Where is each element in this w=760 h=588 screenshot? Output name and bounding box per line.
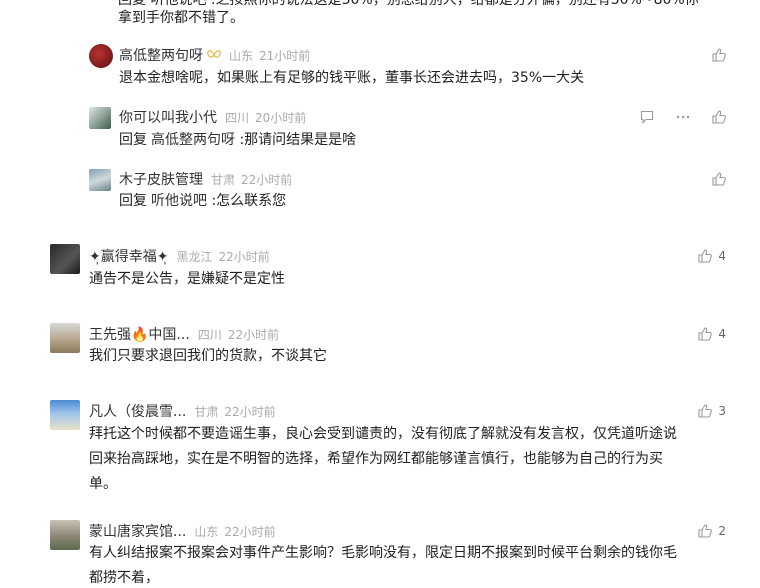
timestamp: 20小时前 — [255, 110, 307, 125]
timestamp: 22小时前 — [224, 404, 276, 419]
like-count: 4 — [718, 249, 726, 263]
more-dots-icon[interactable] — [676, 110, 690, 124]
timestamp: 21小时前 — [259, 48, 311, 63]
region: 甘肃 — [211, 172, 236, 187]
thumb-up-icon[interactable] — [698, 327, 713, 341]
comment-meta: 木子皮肤管理 甘肃 22小时前 — [119, 170, 292, 188]
avatar[interactable] — [89, 169, 111, 191]
avatar[interactable] — [50, 400, 80, 430]
region: 山东 — [229, 48, 254, 63]
comment-meta: 王先强🔥中国... 四川 22小时前 — [89, 325, 279, 343]
comment-meta: ✦̩赢得幸福✦̩ 黑龙江 22小时前 — [89, 247, 270, 265]
username[interactable]: 凡人（俊晨雪... — [89, 401, 186, 421]
comment-meta: 你可以叫我小代 四川 20小时前 — [119, 108, 306, 126]
comment-actions: 4 — [698, 325, 726, 343]
like-count: 4 — [718, 327, 726, 341]
clipped-reply-line-2: 拿到手你都不错了。 — [118, 10, 244, 26]
comment-actions — [712, 46, 726, 64]
thumb-up-icon[interactable] — [712, 172, 726, 186]
reply-body: :怎么联系您 — [211, 193, 287, 209]
reply-target-user[interactable]: 高低整两句呀 — [151, 132, 235, 148]
avatar[interactable] — [50, 323, 80, 353]
comment-meta: 高低整两句呀 山东 21小时前 — [119, 46, 310, 64]
avatar[interactable] — [50, 244, 80, 274]
comment-text: 回复 高低整两句呀 :那请问结果是是啥 — [119, 128, 356, 153]
region: 甘肃 — [194, 404, 219, 419]
region: 四川 — [197, 327, 222, 342]
comment-actions: 2 — [698, 522, 726, 540]
comment-actions: 4 — [698, 247, 726, 265]
username[interactable]: 蒙山唐家宾馆... — [89, 521, 186, 541]
reply-prefix: 回复 — [119, 132, 147, 148]
comment-text-line: 都捞不着， — [89, 570, 159, 586]
region: 四川 — [225, 110, 250, 125]
timestamp: 22小时前 — [224, 524, 276, 539]
comment-text-line: 回来抬高踩地，实在是不明智的选择，希望作为网红都能够谨言慎行，也能够为自己的行为… — [89, 451, 663, 467]
comment-text-line: 单。 — [89, 476, 117, 492]
avatar[interactable] — [89, 107, 111, 129]
timestamp: 22小时前 — [241, 172, 293, 187]
reply-body: :那请问结果是是啥 — [239, 132, 357, 148]
thumb-up-icon[interactable] — [698, 524, 713, 538]
reply-prefix: 回复 — [119, 193, 147, 209]
thumb-up-icon[interactable] — [712, 110, 726, 124]
username[interactable]: 高低整两句呀 — [119, 45, 203, 65]
like-count: 3 — [718, 404, 726, 418]
comment-text: 通告不是公告，是嫌疑不是定性 — [89, 271, 285, 287]
region: 山东 — [194, 524, 219, 539]
comment-text-line: 有人纠结报案不报案会对事件产生影响？毛影响没有，限定日期不报案到时候平台剩余的钱… — [89, 545, 677, 561]
avatar[interactable] — [50, 520, 80, 550]
comment-actions — [712, 170, 726, 188]
butterfly-badge-icon — [207, 46, 221, 65]
timestamp: 22小时前 — [227, 327, 280, 342]
region: 黑龙江 — [176, 249, 213, 264]
comment-text: 有人纠结报案不报案会对事件产生影响？毛影响没有，限定日期不报案到时候平台剩余的钱… — [89, 541, 677, 588]
thumb-up-icon[interactable] — [712, 48, 726, 62]
clipped-reply-line: 回复 听他说吧 :之按照你的说法这是30%，别想给别人，给都是分外偏，别还有50… — [118, 0, 699, 8]
like-count: 2 — [718, 524, 726, 538]
comment-meta: 凡人（俊晨雪... 甘肃 22小时前 — [89, 402, 276, 420]
thumb-up-icon[interactable] — [698, 249, 713, 263]
reply-target-user[interactable]: 听他说吧 — [151, 193, 207, 209]
comment-text: 退本金想啥呢，如果账上有足够的钱平账，董事长还会进去吗，35%一大关 — [119, 70, 585, 86]
comment-meta: 蒙山唐家宾馆... 山东 22小时前 — [89, 522, 276, 540]
username[interactable]: 你可以叫我小代 — [119, 107, 217, 127]
timestamp: 22小时前 — [218, 249, 270, 264]
comment-actions — [640, 108, 726, 126]
comment-text: 我们只要求退回我们的货款，不谈其它 — [89, 348, 327, 364]
username[interactable]: 木子皮肤管理 — [119, 169, 203, 189]
comment-text-line: 拜托这个时候都不要造谣生事，良心会受到谴责的，没有彻底了解就没有发言权，仅凭道听… — [89, 426, 677, 442]
username[interactable]: 王先强🔥中国... — [89, 324, 190, 344]
comment-actions: 3 — [698, 402, 726, 420]
comment-icon[interactable] — [640, 110, 654, 124]
thumb-up-icon[interactable] — [698, 404, 713, 418]
avatar[interactable] — [89, 44, 113, 68]
comment-text: 回复 听他说吧 :怎么联系您 — [119, 189, 286, 214]
comment-text: 拜托这个时候都不要造谣生事，良心会受到谴责的，没有彻底了解就没有发言权，仅凭道听… — [89, 422, 677, 497]
username[interactable]: ✦̩赢得幸福✦̩ — [89, 246, 168, 266]
